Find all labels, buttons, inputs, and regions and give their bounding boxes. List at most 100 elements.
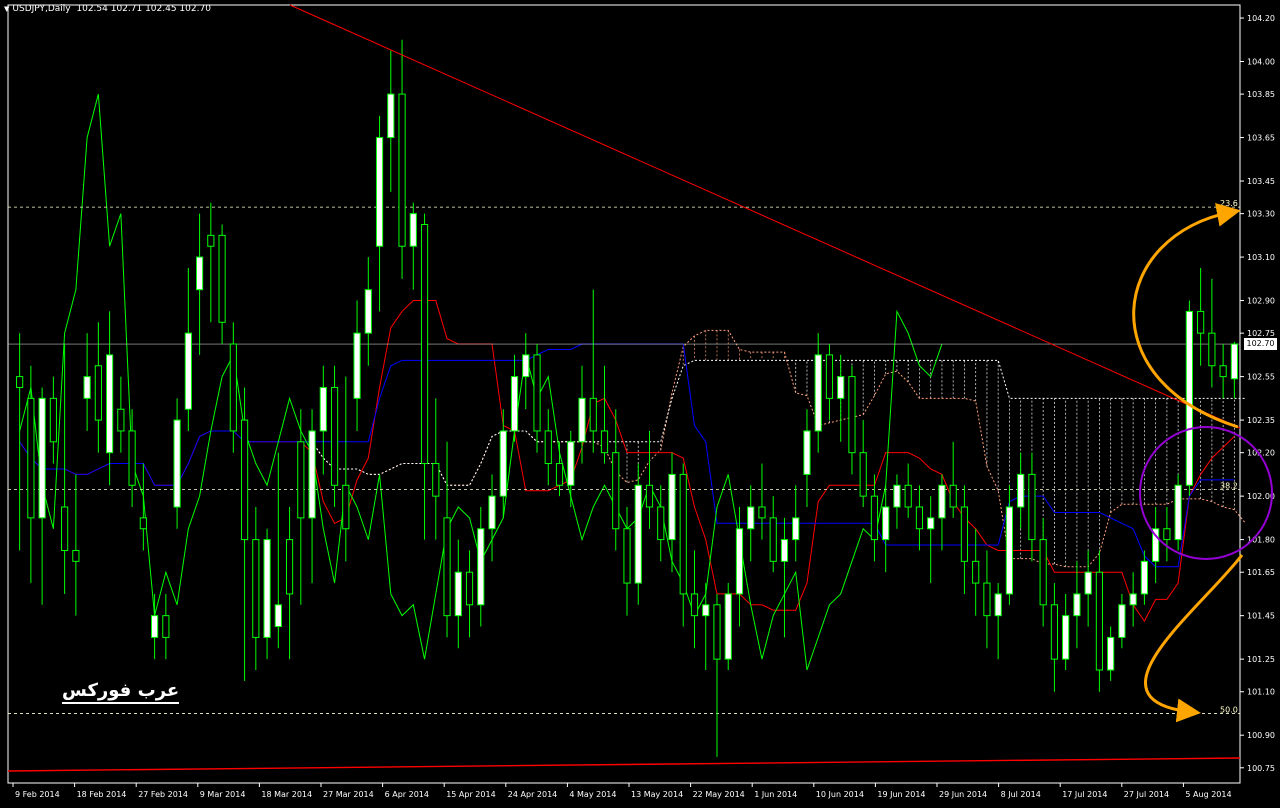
x-tick-label: 18 Mar 2014	[261, 790, 312, 799]
candle-body	[252, 539, 260, 638]
candle-body	[600, 430, 609, 454]
candle-body	[151, 615, 159, 638]
fib-level-label: 38.2	[1220, 482, 1238, 491]
candle-body	[342, 484, 350, 530]
x-tick-label: 15 Apr 2014	[446, 790, 495, 799]
candle-body	[747, 506, 755, 530]
candle-body	[1185, 310, 1193, 486]
candle-body	[432, 463, 440, 497]
candle-body	[1174, 484, 1182, 541]
candle-body	[184, 332, 192, 410]
candle-body	[578, 397, 586, 443]
candle-body	[387, 93, 395, 139]
candle-body	[1208, 332, 1216, 367]
candle-body	[522, 354, 530, 378]
candle-body	[690, 593, 699, 617]
candle-body	[657, 506, 665, 541]
candle-body	[1129, 593, 1137, 606]
candle-body	[837, 376, 845, 399]
x-tick-label: 18 Feb 2014	[77, 790, 127, 799]
candle-body	[1062, 615, 1070, 660]
y-tick-label: 101.10	[1247, 688, 1275, 697]
x-tick-label: 27 Feb 2014	[138, 790, 188, 799]
candle-body	[1197, 310, 1205, 334]
candle-body	[724, 593, 732, 660]
dropdown-triangle-icon[interactable]: ▼	[4, 5, 9, 13]
x-tick-label: 13 May 2014	[631, 790, 683, 799]
y-tick-label: 101.65	[1247, 568, 1275, 577]
x-tick-label: 4 May 2014	[569, 790, 616, 799]
trendline-support	[7, 757, 1241, 772]
candle-body	[882, 506, 890, 541]
candle-body	[364, 289, 372, 334]
candle-body	[297, 441, 305, 519]
x-tick-label: 6 Apr 2014	[385, 790, 429, 799]
y-tick-label: 101.25	[1247, 655, 1275, 664]
candle-body	[274, 604, 282, 628]
candle-body	[398, 93, 406, 247]
candle-body	[477, 528, 485, 606]
candle-body	[1219, 365, 1227, 378]
price-chart: 104.20 104.00 103.85 103.65 103.45 103.30 103.…	[7, 4, 1275, 799]
senkou-span-a-line	[311, 329, 1247, 568]
candle-body	[229, 343, 237, 432]
candle-body	[893, 484, 901, 508]
candle-body	[139, 517, 147, 530]
y-tick-label: 102.75	[1247, 329, 1275, 338]
y-tick-label: 103.85	[1247, 90, 1275, 99]
candle-body	[870, 495, 879, 541]
plot-frame	[7, 4, 1241, 784]
candle-body	[1084, 571, 1092, 595]
senkou-span-b-line	[311, 359, 1246, 486]
candle-body	[927, 517, 935, 530]
candle-body	[488, 495, 496, 530]
candle-body	[443, 517, 451, 617]
candle-body	[207, 234, 215, 247]
candle-body	[1005, 506, 1014, 595]
candle-body	[803, 430, 811, 475]
candle-body	[38, 397, 46, 519]
candle-body	[465, 571, 474, 606]
annotation-arrow-down	[1144, 554, 1244, 723]
x-tick-label: 22 May 2014	[693, 790, 745, 799]
candle-body	[1230, 343, 1238, 380]
candle-body	[499, 430, 507, 497]
y-tick-label: 104.00	[1247, 58, 1275, 67]
candle-body	[49, 397, 57, 443]
candle-body	[83, 376, 91, 399]
candle-body	[375, 137, 384, 247]
candle-body	[904, 484, 912, 508]
candle-body	[972, 560, 980, 584]
x-tick-label: 5 Aug 2014	[1185, 790, 1231, 799]
candle-body	[27, 397, 35, 519]
candle-body	[195, 256, 204, 291]
y-tick-label: 103.10	[1247, 253, 1275, 262]
candle-body	[612, 452, 620, 530]
candle-body	[679, 473, 687, 595]
candle-body	[106, 354, 114, 454]
current-price-tag: 102.70	[1244, 338, 1277, 351]
candle-body	[263, 539, 271, 638]
candle-body	[1028, 473, 1036, 541]
y-tick-label: 102.55	[1247, 373, 1275, 382]
candle-body	[330, 386, 339, 486]
candle-body	[162, 615, 170, 638]
candle-body	[1107, 636, 1115, 671]
ohlc-label: 102.54 102.71 102.45 102.70	[76, 4, 211, 14]
candle-body	[72, 549, 80, 562]
candle-body	[780, 539, 789, 562]
x-tick-label: 27 Mar 2014	[323, 790, 374, 799]
candle-body	[533, 354, 541, 432]
candle-body	[353, 332, 361, 399]
watermark-logo: عرب فوركس	[62, 680, 180, 704]
y-tick-label: 101.45	[1247, 612, 1275, 621]
y-tick-label: 100.75	[1247, 764, 1275, 773]
candle-body	[634, 484, 642, 584]
candle-body	[218, 234, 226, 323]
candle-body	[567, 441, 575, 486]
candle-body	[814, 354, 822, 432]
candle-body	[623, 528, 631, 584]
candle-body	[240, 419, 249, 541]
candle-body	[825, 354, 834, 399]
candle-body	[1073, 593, 1081, 617]
